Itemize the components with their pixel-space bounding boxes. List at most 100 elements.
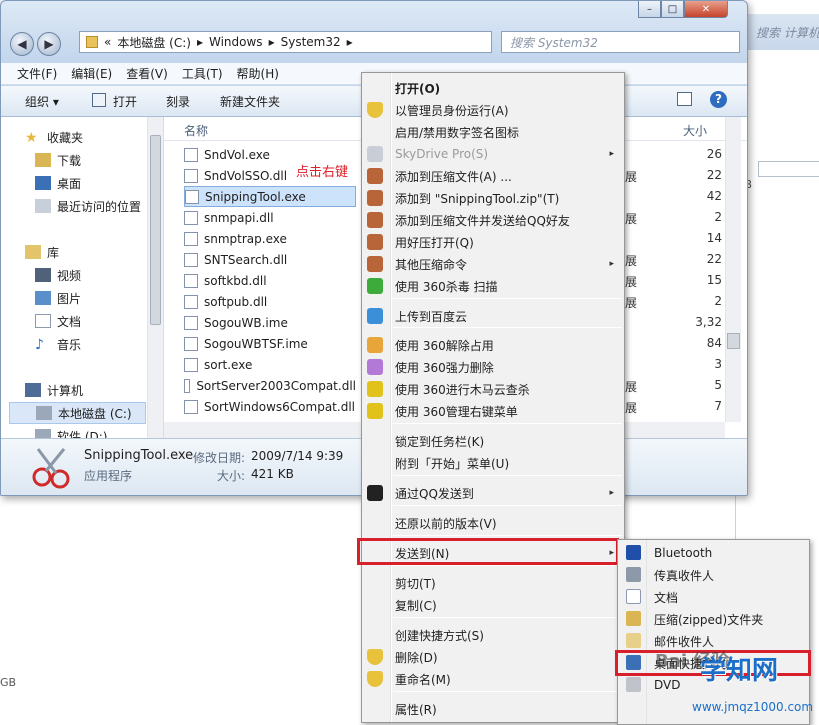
context-item-22[interactable]: 复制(C) [362,594,624,616]
send-to-item-2[interactable]: 传真收件人 [618,564,808,586]
context-item-label: 删除(D) [395,650,438,665]
context-item-1[interactable]: 打开(O) [362,77,624,99]
file-scroll-thumb[interactable] [727,333,740,349]
minimize-button[interactable]: – [638,1,661,18]
context-item-24[interactable]: 删除(D) [362,646,624,668]
file-row[interactable]: SogouWB.ime [184,312,356,333]
details-modified: 2009/7/14 9:39 [251,449,344,463]
menu-help[interactable]: 帮助(H) [237,65,279,82]
context-item-5[interactable]: 添加到压缩文件(A) ... [362,165,624,187]
breadcrumb-separator[interactable]: ▸ [269,35,275,49]
breadcrumb-overflow[interactable]: « [104,35,111,49]
file-row[interactable]: SortServer2003Compat.dll [184,375,356,396]
context-item-23[interactable]: 创建快捷方式(S) [362,624,624,646]
file-row[interactable]: softpub.dll [184,291,356,312]
details-size: 421 KB [251,467,294,481]
archive-icon [367,234,383,250]
maximize-button[interactable]: □ [661,1,684,18]
file-name: sort.exe [204,357,253,372]
exe-file-icon [184,357,198,372]
organize-button[interactable]: 组织 ▾ [25,93,59,110]
context-item-label: 用好压打开(Q) [395,235,474,250]
file-name: SortServer2003Compat.dll [196,378,356,393]
file-row[interactable]: snmpapi.dll [184,207,356,228]
nav-label: 本地磁盘 (C:) [58,406,132,421]
dll-file-icon [184,399,198,414]
exe-file-icon [185,189,199,204]
nav-local-disk[interactable]: 本地磁盘 (C:) [9,402,146,424]
context-item-label: 使用 360解除占用 [395,338,494,353]
background-field [758,161,819,177]
column-name[interactable]: 名称 [184,122,208,139]
context-item-6[interactable]: 添加到 "SnippingTool.zip"(T) [362,187,624,209]
breadcrumb-separator[interactable]: ▸ [197,35,203,49]
context-item-label: 以管理员身份运行(A) [395,103,509,118]
menu-view[interactable]: 查看(V) [126,65,168,82]
context-item-19[interactable]: 还原以前的版本(V) [362,512,624,534]
file-row[interactable]: SNTSearch.dll [184,249,356,270]
context-item-21[interactable]: 剪切(T) [362,572,624,594]
file-row[interactable]: snmptrap.exe [184,228,356,249]
context-item-10[interactable]: 使用 360杀毒 扫描 [362,275,624,297]
context-item-16[interactable]: 锁定到任务栏(K) [362,430,624,452]
send-to-item-3[interactable]: 文档 [618,586,808,608]
context-item-11[interactable]: 上传到百度云 [362,305,624,327]
file-type: 展 [625,401,638,415]
file-scrollbar[interactable] [725,117,741,422]
file-size: 3 [714,357,722,371]
context-item-13[interactable]: 使用 360强力删除 [362,356,624,378]
file-row[interactable]: sort.exe [184,354,356,375]
burn-button[interactable]: 刻录 [166,93,190,110]
column-size[interactable]: 大小 [683,122,707,139]
background-search-box[interactable]: 搜索 计算机 [736,14,819,50]
context-item-4[interactable]: SkyDrive Pro(S) ▸ [362,143,624,165]
context-item-12[interactable]: 使用 360解除占用 [362,334,624,356]
menu-file[interactable]: 文件(F) [17,65,57,82]
breadcrumb-separator[interactable]: ▸ [347,35,353,49]
context-item-label: 使用 360强力删除 [395,360,494,375]
exe-file-icon [184,231,198,246]
menu-edit[interactable]: 编辑(E) [71,65,112,82]
breadcrumb-windows[interactable]: Windows [209,35,263,49]
menu-tools[interactable]: 工具(T) [182,65,223,82]
context-item-18[interactable]: 通过QQ发送到 ▸ [362,482,624,504]
nav-scrollbar[interactable] [147,117,163,438]
context-item-14[interactable]: 使用 360进行木马云查杀 [362,378,624,400]
send-to-item-4[interactable]: 压缩(zipped)文件夹 [618,608,808,630]
context-item-2[interactable]: 以管理员身份运行(A) [362,99,624,121]
context-item-label: 属性(R) [395,702,437,717]
breadcrumb-system32[interactable]: System32 [281,35,341,49]
breadcrumb-local-disk[interactable]: 本地磁盘 (C:) [117,34,191,51]
open-button[interactable]: 打开 [113,93,137,110]
window-controls: – □ ✕ [638,1,728,19]
help-icon[interactable]: ? [710,91,727,108]
nav-scroll-thumb[interactable] [150,135,161,325]
context-item-8[interactable]: 用好压打开(Q) [362,231,624,253]
menu-separator [393,475,622,476]
close-button[interactable]: ✕ [684,1,728,18]
context-item-26[interactable]: 属性(R) [362,698,624,720]
file-row[interactable]: SnippingTool.exe [184,186,356,207]
baidu-cloud-icon [367,308,383,324]
context-item-7[interactable]: 添加到压缩文件并发送给QQ好友 [362,209,624,231]
context-item-15[interactable]: 使用 360管理右键菜单 [362,400,624,422]
forward-button[interactable]: ▶ [37,32,61,56]
nav-label: 桌面 [57,176,82,191]
send-to-item-1[interactable]: Bluetooth [618,542,808,564]
file-size: 14 [706,231,722,245]
file-row[interactable]: softkbd.dll [184,270,356,291]
file-name: snmpapi.dll [204,210,274,225]
context-item-17[interactable]: 附到「开始」菜单(U) [362,452,624,474]
context-item-25[interactable]: 重命名(M) [362,668,624,690]
context-item-3[interactable]: 启用/禁用数字签名图标 [362,121,624,143]
bottom-size-text: GB [0,676,17,689]
search-input[interactable]: 搜索 System32 [501,31,740,53]
address-bar[interactable]: « 本地磁盘 (C:) ▸ Windows ▸ System32 ▸ [79,31,492,53]
file-size: 7 [714,399,722,413]
context-item-9[interactable]: 其他压缩命令 ▸ [362,253,624,275]
file-row[interactable]: SogouWBTSF.ime [184,333,356,354]
back-button[interactable]: ◀ [10,32,34,56]
preview-pane-icon[interactable] [677,92,692,106]
file-row[interactable]: SortWindows6Compat.dll [184,396,356,417]
new-folder-button[interactable]: 新建文件夹 [220,93,280,110]
